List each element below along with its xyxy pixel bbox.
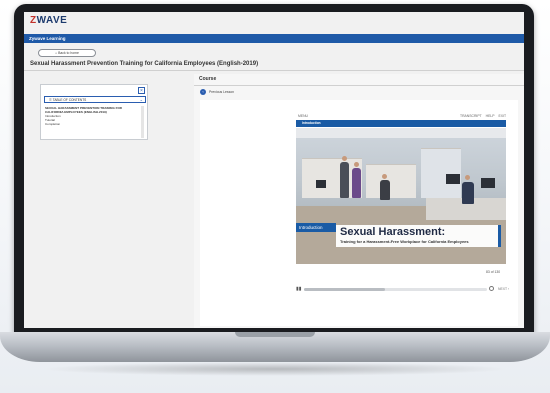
next-button[interactable]: NEXT › bbox=[498, 287, 509, 291]
app-logo: ZWAVE bbox=[30, 15, 67, 29]
person-seated bbox=[380, 180, 390, 200]
toc-dropdown-label: TABLE OF CONTENTS bbox=[52, 98, 87, 102]
person-standing bbox=[352, 168, 361, 198]
toc-list: SEXUAL HARASSMENT PREVENTION TRAINING FO… bbox=[45, 106, 141, 126]
pause-icon[interactable]: ▮▮ bbox=[296, 286, 302, 292]
header-divider bbox=[24, 70, 524, 71]
menu-link[interactable]: MENU bbox=[298, 114, 308, 118]
ceiling bbox=[296, 128, 506, 138]
page-count: 83 of 130 bbox=[486, 270, 501, 274]
progress-track[interactable] bbox=[304, 288, 487, 291]
previous-lesson-label[interactable]: Previous Lesson bbox=[209, 90, 234, 94]
monitor bbox=[316, 180, 326, 188]
toc-item-completion[interactable]: Completion bbox=[45, 122, 141, 126]
player-section-bar: Introduction bbox=[296, 120, 506, 127]
transcript-link[interactable]: TRANSCRIPT bbox=[460, 114, 482, 118]
person-seated bbox=[462, 182, 474, 204]
close-icon[interactable]: × bbox=[138, 87, 145, 94]
table-of-contents-panel: × ☰ TABLE OF CONTENTS ⌄ SEXUAL HARASSMEN… bbox=[40, 84, 148, 140]
app-topbar: Zywave Learning bbox=[24, 34, 524, 43]
slide-title: Sexual Harassment: bbox=[340, 226, 446, 238]
back-label: Back to home bbox=[58, 51, 79, 55]
cubicle-center bbox=[366, 164, 416, 198]
monitor bbox=[446, 174, 460, 184]
chevron-down-icon: ⌄ bbox=[139, 97, 143, 102]
person-head bbox=[354, 162, 359, 167]
replay-icon[interactable] bbox=[489, 286, 494, 291]
laptop-notch bbox=[235, 332, 315, 337]
person-head bbox=[342, 156, 347, 161]
logo-text: WAVE bbox=[36, 15, 68, 26]
toc-scrollbar[interactable] bbox=[141, 106, 144, 138]
player-top-links: TRANSCRIPT HELP EXIT bbox=[456, 114, 506, 118]
previous-lesson-button[interactable]: ‹ bbox=[200, 89, 206, 95]
monitor bbox=[481, 178, 495, 188]
course-title: Sexual Harassment Prevention Training fo… bbox=[30, 61, 259, 67]
toc-dropdown[interactable]: ☰ TABLE OF CONTENTS ⌄ bbox=[44, 96, 146, 103]
person-standing bbox=[340, 162, 349, 198]
back-to-home-button[interactable]: ⌂ Back to home bbox=[38, 49, 96, 57]
logo-mark: Z bbox=[30, 15, 37, 26]
person-head bbox=[465, 175, 470, 180]
app-bar-title: Zywave Learning bbox=[29, 36, 66, 41]
help-link[interactable]: HELP bbox=[486, 114, 495, 118]
intro-tag: Introduction bbox=[296, 223, 336, 232]
exit-link[interactable]: EXIT bbox=[499, 114, 507, 118]
course-divider bbox=[194, 85, 524, 86]
progress-fill bbox=[304, 288, 385, 291]
laptop-shadow bbox=[40, 362, 510, 376]
slide-title-box: Sexual Harassment: Training for a Harass… bbox=[336, 225, 501, 247]
cubicle-back bbox=[421, 148, 461, 198]
person-head bbox=[382, 174, 387, 179]
slide-image: Introduction Sexual Harassment: Training… bbox=[296, 128, 506, 264]
course-label: Course bbox=[199, 76, 217, 82]
slide-subtitle: Training for a Harassment-Free Workplace… bbox=[340, 239, 469, 244]
